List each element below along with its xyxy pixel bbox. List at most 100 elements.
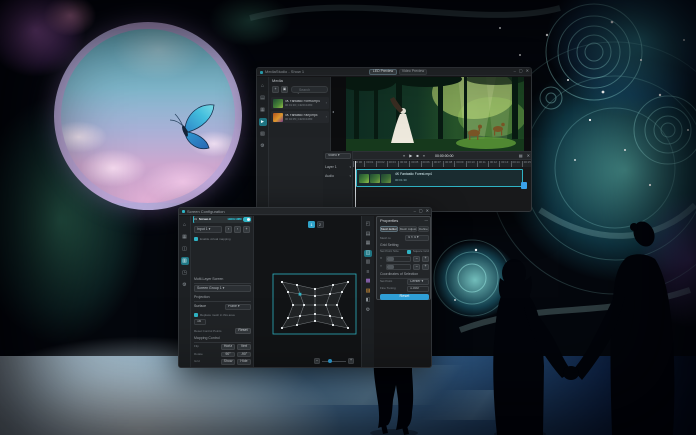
mapping-option-button[interactable]: Vert bbox=[237, 344, 251, 350]
strip-tool-icon[interactable]: ▤ bbox=[364, 231, 372, 238]
strip-tool-icon[interactable]: ▥ bbox=[364, 259, 372, 266]
set-point-selector[interactable]: Center ▾ bbox=[407, 279, 429, 285]
strip-tool-icon[interactable]: ◧ bbox=[364, 297, 372, 304]
mapping-section-header[interactable]: Mapping Control bbox=[194, 337, 251, 343]
stepper-slider[interactable] bbox=[386, 264, 411, 270]
add-media-button[interactable]: + bbox=[272, 86, 279, 93]
strip-tool-icon[interactable]: ◰ bbox=[364, 221, 372, 228]
app-icon bbox=[182, 210, 185, 213]
rail-tool-icon[interactable]: ▥ bbox=[181, 257, 189, 265]
timeline-clip[interactable]: 4K Fantastic Forest.mp4 00:01:30 bbox=[356, 169, 523, 187]
stepper-minus-button[interactable]: – bbox=[413, 264, 420, 270]
transport-button[interactable]: » bbox=[423, 154, 425, 158]
rail-tool-icon[interactable]: ⚙ bbox=[259, 142, 267, 150]
replace-mesh-value-input[interactable]: 16 bbox=[194, 319, 206, 325]
maximize-button[interactable]: ▢ bbox=[419, 209, 423, 213]
input-selector[interactable]: Input 1 ▾ bbox=[194, 226, 222, 233]
rail-tool-icon[interactable]: ◳ bbox=[181, 269, 189, 277]
screen-list-row[interactable]: ▭ Screen 4 1920×1080 bbox=[193, 216, 252, 223]
input-nav-button[interactable]: ‹ bbox=[225, 226, 232, 233]
stepper-minus-button[interactable]: – bbox=[413, 256, 420, 262]
rail-tool-icon[interactable]: ▦ bbox=[181, 233, 189, 241]
multilayer-section-header[interactable]: Multi-Layer Screen bbox=[194, 278, 251, 284]
rail-tool-icon[interactable]: ⚙ bbox=[181, 281, 189, 289]
page-button-1[interactable]: 1 bbox=[308, 221, 315, 228]
mapping-option-button[interactable]: Hide bbox=[237, 359, 251, 365]
rail-tool-icon[interactable]: ▤ bbox=[259, 94, 267, 102]
fine-tuning-input[interactable]: 1.000 bbox=[407, 286, 429, 292]
rail-tool-icon[interactable]: ⌂ bbox=[181, 221, 189, 229]
rail-tool-icon[interactable]: ⌂ bbox=[259, 82, 267, 90]
rail-tool-icon[interactable]: ► bbox=[259, 118, 267, 126]
maximize-button[interactable]: ▢ bbox=[519, 69, 523, 73]
zoom-out-button[interactable]: – bbox=[314, 358, 320, 364]
track-type-selector[interactable]: Video ▾ bbox=[325, 153, 351, 159]
tab-mesh-editor[interactable]: Mesh Editor bbox=[380, 226, 398, 232]
preview-zone: ◂ bbox=[331, 77, 532, 151]
stepper-slider[interactable] bbox=[386, 256, 411, 262]
checkbox[interactable] bbox=[194, 313, 198, 317]
mesh-canvas[interactable]: 1 2 bbox=[254, 216, 361, 368]
import-media-button[interactable]: ▣ bbox=[281, 86, 288, 93]
strip-tool-icon[interactable]: ▩ bbox=[364, 278, 372, 285]
rail-tool-icon[interactable]: ▦ bbox=[259, 106, 267, 114]
collapse-panel-button[interactable]: — bbox=[425, 219, 429, 223]
point-size-label: Set Point Size bbox=[380, 250, 399, 253]
media-search-input[interactable] bbox=[291, 86, 328, 93]
square-grid-checkbox[interactable] bbox=[407, 250, 411, 254]
minimize-button[interactable]: – bbox=[414, 209, 416, 213]
mapping-button-row: Rotate 90° -90° bbox=[194, 352, 251, 358]
strip-tool-icon[interactable]: ▨ bbox=[364, 288, 372, 295]
mapping-option-button[interactable]: -90° bbox=[237, 352, 251, 358]
stepper-plus-button[interactable]: + bbox=[422, 264, 429, 270]
strip-tool-icon[interactable]: ▦ bbox=[364, 240, 372, 247]
screen-toggle[interactable] bbox=[243, 217, 251, 222]
multilayer-selector[interactable]: Screen Group 1 ▾ bbox=[194, 285, 251, 292]
chevron-down-icon[interactable]: ▾ bbox=[349, 175, 351, 178]
timeline-ruler[interactable]: 00:0000:0100:0200:0300:0400:0500:0600:07… bbox=[353, 161, 531, 167]
transport-button[interactable]: « bbox=[403, 154, 405, 158]
media-list-item[interactable]: 4K Fantastic Fairy.mp4 00:02:05 | 1920×1… bbox=[271, 111, 329, 123]
chevron-down-icon[interactable]: ▾ bbox=[349, 166, 351, 169]
page-button-2[interactable]: 2 bbox=[317, 221, 324, 228]
reset-points-button[interactable]: Reset bbox=[235, 328, 251, 334]
transport-button[interactable]: ■ bbox=[416, 154, 418, 158]
surface-selector[interactable]: Plane ▾ bbox=[225, 304, 251, 310]
canvas-zoom-slider[interactable] bbox=[322, 361, 346, 362]
timeline-tool-button[interactable]: ▦ bbox=[519, 154, 523, 158]
mapping-option-button[interactable]: Horiz bbox=[221, 344, 235, 350]
warp-mesh-editor[interactable] bbox=[269, 270, 359, 338]
input-nav-button[interactable]: + bbox=[243, 226, 250, 233]
transport-bar: «▶■» 00:00:00:00 ▦✕ bbox=[331, 151, 532, 160]
tab-video-preview[interactable]: Video Preview bbox=[399, 69, 427, 75]
minimize-button[interactable]: – bbox=[514, 69, 516, 73]
mesh-to-selector[interactable]: 4 × 4 ▾ bbox=[405, 235, 429, 241]
mesh-selected-point[interactable] bbox=[299, 293, 302, 296]
collapse-panel-handle[interactable]: ◂ bbox=[332, 110, 334, 114]
tab-define[interactable]: Define bbox=[418, 226, 429, 232]
stepper-row: X – + bbox=[380, 256, 429, 262]
checkbox[interactable] bbox=[194, 237, 198, 241]
window2-tool-rail: ⌂ ▦ ◫ ▥ ◳ ⚙ bbox=[179, 216, 191, 368]
close-button[interactable]: ✕ bbox=[426, 209, 429, 213]
zoom-in-button[interactable]: + bbox=[348, 358, 354, 364]
transport-button[interactable]: ▶ bbox=[409, 154, 412, 158]
close-button[interactable]: ✕ bbox=[526, 69, 529, 73]
tab-led-preview[interactable]: LED Preview bbox=[369, 69, 397, 75]
projection-section-header[interactable]: Projection bbox=[194, 296, 251, 302]
strip-tool-icon[interactable]: ◫ bbox=[364, 250, 372, 257]
mapping-option-button[interactable]: 90° bbox=[221, 352, 235, 358]
strip-tool-icon[interactable]: ⚙ bbox=[364, 307, 372, 314]
rail-tool-icon[interactable]: ▧ bbox=[259, 130, 267, 138]
rail-tool-icon[interactable]: ◫ bbox=[181, 245, 189, 253]
zoom-slider-thumb[interactable] bbox=[328, 359, 332, 363]
clip-trim-handle[interactable] bbox=[521, 182, 527, 189]
apply-reset-button[interactable]: Reset bbox=[380, 294, 429, 300]
tab-mesh-adjust[interactable]: Mesh Adjust bbox=[399, 226, 417, 232]
stepper-plus-button[interactable]: + bbox=[422, 256, 429, 262]
timeline-tool-button[interactable]: ✕ bbox=[527, 154, 530, 158]
media-list-item[interactable]: 4K Fantastic Forest.mp4 00:01:30 | 1920×… bbox=[271, 97, 329, 109]
mapping-option-button[interactable]: Show bbox=[221, 359, 235, 365]
input-nav-button[interactable]: › bbox=[234, 226, 241, 233]
strip-tool-icon[interactable]: ≡ bbox=[364, 269, 372, 276]
